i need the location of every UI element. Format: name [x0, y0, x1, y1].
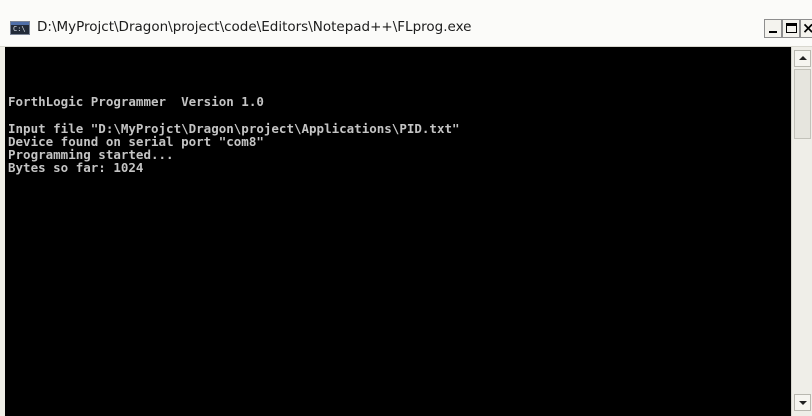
maximize-button[interactable] [782, 19, 800, 38]
console-app-icon[interactable]: C:\ [10, 21, 30, 35]
scroll-thumb[interactable] [794, 69, 811, 139]
minimize-button[interactable] [764, 19, 782, 38]
vertical-scrollbar[interactable] [791, 47, 812, 416]
minimize-icon [769, 31, 777, 33]
close-icon: × [802, 19, 812, 37]
app-icon-prompt: C:\ [13, 25, 26, 33]
close-button[interactable]: × [800, 19, 812, 38]
scroll-up-arrow-icon [799, 56, 807, 60]
title-bar[interactable]: C:\ D:\MyProjct\Dragon\project\code\Edit… [0, 0, 812, 47]
console-line-header: ForthLogic Programmer Version 1.0 [8, 94, 264, 109]
console-window: C:\ D:\MyProjct\Dragon\project\code\Edit… [0, 0, 812, 416]
console-output[interactable]: ForthLogic Programmer Version 1.0 Input … [5, 47, 791, 416]
maximize-icon [786, 23, 797, 33]
window-title: D:\MyProjct\Dragon\project\code\Editors\… [37, 19, 472, 35]
scroll-down-arrow-icon [799, 401, 807, 405]
console-line-bytes-so-far: Bytes so far: 1024 [8, 160, 144, 175]
scroll-down-button[interactable] [794, 394, 811, 411]
scroll-up-button[interactable] [794, 50, 811, 67]
